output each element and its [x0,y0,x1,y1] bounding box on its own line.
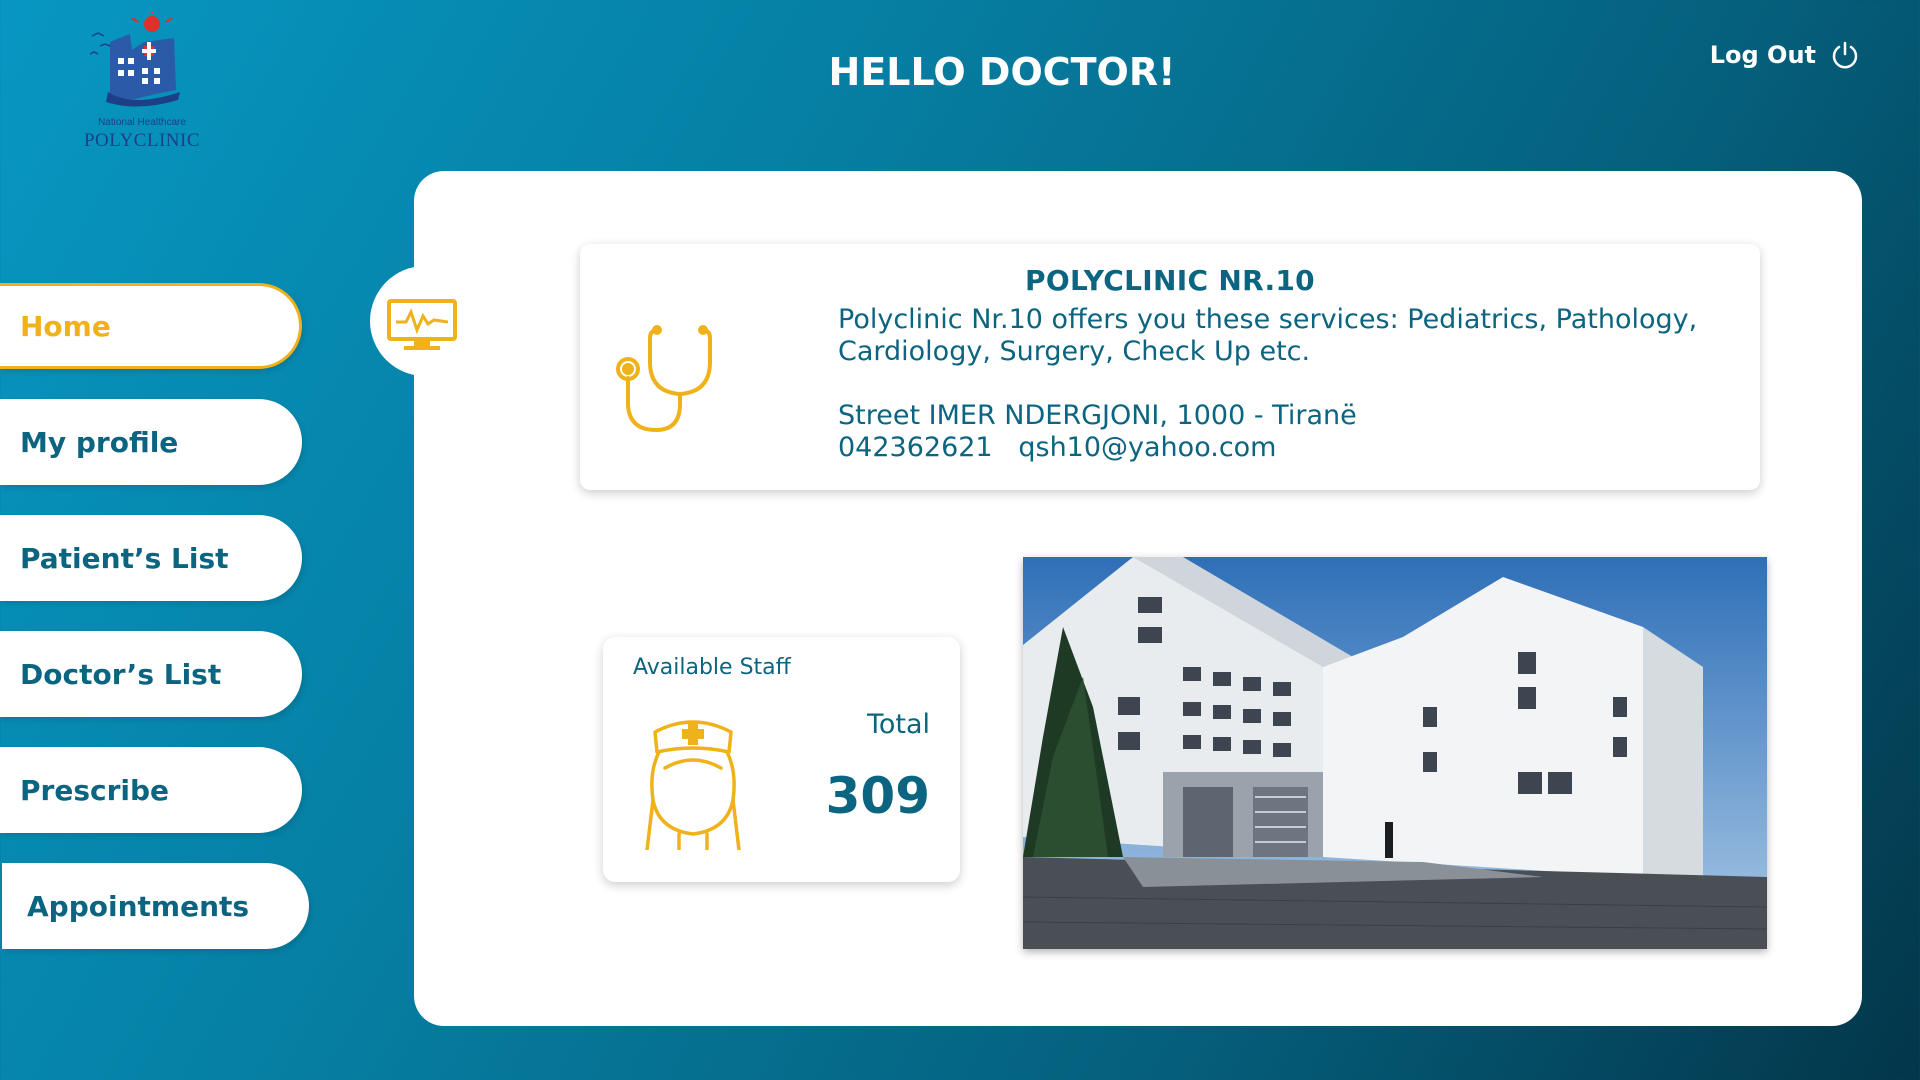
logout-label: Log Out [1709,41,1816,69]
services-line-2: Cardiology, Surgery, Check Up etc. [838,336,1311,367]
staff-card-label: Available Staff [633,655,791,680]
available-staff-card: Available Staff Total 309 [603,637,960,882]
polyclinic-info-card: POLYCLINIC NR.10 Polyclinic Nr.10 offers… [580,244,1760,490]
address-text: Street IMER NDERGJONI, 1000 - Tiranë [838,400,1357,431]
monitor-icon [387,299,457,350]
phone-text: 042362621 [838,432,993,463]
polyclinic-title: POLYCLINIC NR.10 [1025,264,1315,297]
services-line-1: Polyclinic Nr.10 offers you these servic… [838,304,1698,335]
logo-subtitle: National Healthcare [98,117,186,128]
page-greeting: HELLO DOCTOR! [828,50,1176,94]
staff-total-value: 309 [825,767,930,825]
sidebar-item-home[interactable]: Home [0,283,302,369]
staff-total-label: Total [866,709,930,740]
sidebar-item-appointments[interactable]: Appointments [2,863,309,949]
stethoscope-icon [616,325,712,433]
power-icon [1832,41,1858,69]
logo-title: POLYCLINIC [83,130,201,151]
sidebar-item-my-profile[interactable]: My profile [0,399,302,485]
polyclinic-description: Polyclinic Nr.10 offers you these servic… [838,304,1738,464]
email-text: qsh10@yahoo.com [1018,432,1277,463]
logout-button[interactable]: Log Out [1710,40,1860,70]
sidebar-item-doctors-list[interactable]: Doctor’s List [0,631,302,717]
polyclinic-building-photo [1023,557,1767,949]
nurse-icon [645,720,741,850]
sidebar-item-patients-list[interactable]: Patient’s List [0,515,302,601]
sidebar-item-prescribe[interactable]: Prescribe [0,747,302,833]
